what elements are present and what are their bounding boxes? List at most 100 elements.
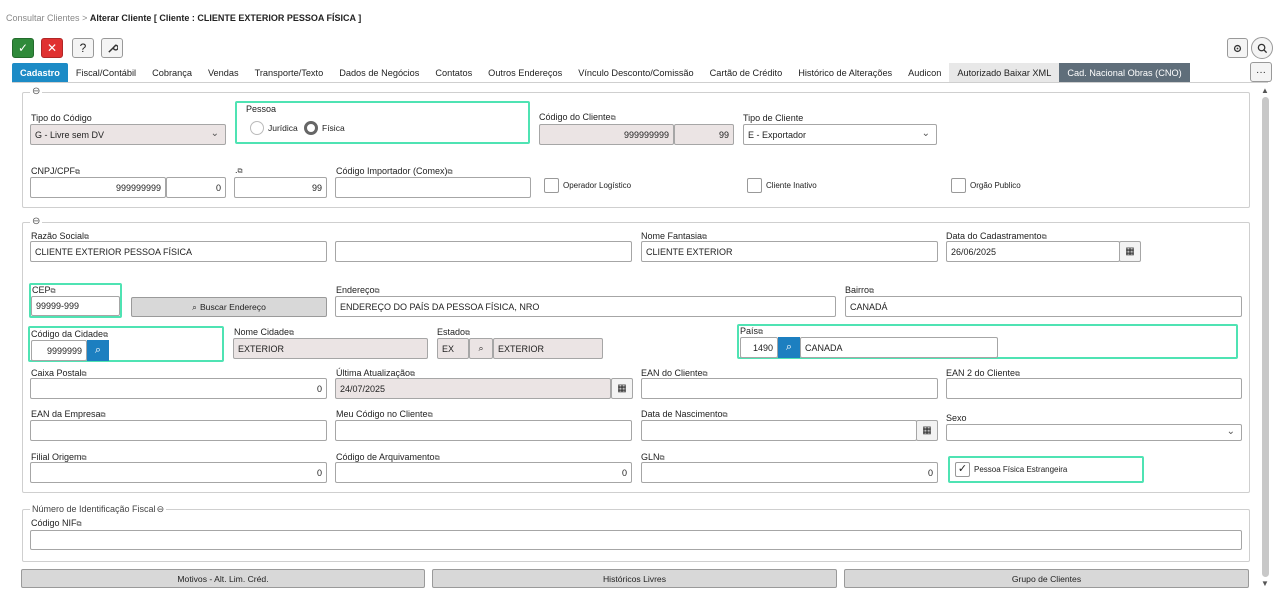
- caixa-postal-field[interactable]: 0: [30, 378, 327, 399]
- historicos-button[interactable]: Históricos Livres: [432, 569, 837, 588]
- cep-field[interactable]: 99999-999: [31, 296, 120, 316]
- data-cadastro-field[interactable]: 26/06/2025: [946, 241, 1120, 262]
- ean-empresa-field[interactable]: [30, 420, 327, 441]
- settings-gear-icon[interactable]: [1227, 38, 1248, 58]
- copy-icon[interactable]: ⧉: [101, 412, 106, 419]
- search-icon[interactable]: ⌕: [469, 338, 493, 359]
- cnpj-dv-field[interactable]: 0: [166, 177, 226, 198]
- endereco-field[interactable]: ENDEREÇO DO PAÍS DA PESSOA FÍSICA, NRO: [335, 296, 836, 317]
- copy-icon[interactable]: ⧉: [289, 330, 294, 337]
- scroll-up-icon[interactable]: ▲: [1260, 86, 1270, 95]
- cod-arquivamento-field[interactable]: 0: [335, 462, 632, 483]
- collapse-icon[interactable]: ⊖: [157, 504, 165, 514]
- copy-icon[interactable]: ⧉: [428, 412, 433, 419]
- copy-icon[interactable]: ⧉: [51, 288, 56, 295]
- help-button[interactable]: ?: [72, 38, 94, 58]
- copy-icon[interactable]: ⧉: [375, 288, 380, 295]
- nif-field[interactable]: [30, 530, 1242, 550]
- ean-cliente-field[interactable]: [641, 378, 938, 399]
- operador-logistico-checkbox[interactable]: [544, 178, 559, 193]
- sexo-select[interactable]: ⌄: [946, 424, 1242, 441]
- ean2-cliente-field[interactable]: [946, 378, 1242, 399]
- radio-fisica[interactable]: [304, 121, 318, 135]
- cancel-button[interactable]: ✕: [41, 38, 63, 58]
- collapse-icon[interactable]: ⊖: [30, 216, 43, 227]
- collapse-icon[interactable]: ⊖: [30, 86, 43, 97]
- tab-cadastro[interactable]: Cadastro: [12, 63, 68, 82]
- buscar-endereco-button[interactable]: ⌕ Buscar Endereço: [131, 297, 327, 317]
- gln-field[interactable]: 0: [641, 462, 938, 483]
- search-icon[interactable]: ⌕: [87, 340, 109, 361]
- more-options-button[interactable]: ···: [1250, 62, 1272, 82]
- tab-cobranca[interactable]: Cobrança: [144, 63, 200, 82]
- copy-icon[interactable]: ⧉: [465, 330, 470, 337]
- tab-outros-enderecos[interactable]: Outros Endereços: [480, 63, 570, 82]
- cnpj-field[interactable]: 999999999: [30, 177, 166, 198]
- codigo-cliente-label: Código do Cliente⧉: [539, 112, 616, 122]
- tab-cartao-credito[interactable]: Cartão de Crédito: [702, 63, 791, 82]
- tab-audicon[interactable]: Audicon: [900, 63, 949, 82]
- orgao-publico-checkbox[interactable]: [951, 178, 966, 193]
- filial-origem-field[interactable]: 0: [30, 462, 327, 483]
- copy-icon[interactable]: ⧉: [703, 371, 708, 378]
- copy-icon[interactable]: ⧉: [448, 169, 453, 176]
- copy-icon[interactable]: ⧉: [238, 168, 243, 175]
- copy-icon[interactable]: ⧉: [77, 521, 82, 528]
- copy-icon[interactable]: ⧉: [84, 234, 89, 241]
- copy-icon[interactable]: ⧉: [103, 332, 108, 339]
- tab-cno[interactable]: Cad. Nacional Obras (CNO): [1059, 63, 1190, 82]
- pais-cod-field[interactable]: 1490: [740, 337, 778, 358]
- copy-icon[interactable]: ⧉: [1015, 371, 1020, 378]
- copy-icon[interactable]: ⧉: [82, 371, 87, 378]
- bairro-field[interactable]: CANADÁ: [845, 296, 1242, 317]
- razao-social-2-field[interactable]: [335, 241, 632, 262]
- pf-estrangeira-checkbox[interactable]: ✓: [955, 462, 970, 477]
- copy-icon[interactable]: ⧉: [435, 455, 440, 462]
- wrench-icon[interactable]: [101, 38, 123, 58]
- nome-fantasia-field[interactable]: CLIENTE EXTERIOR: [641, 241, 938, 262]
- cod-cidade-field[interactable]: 9999999: [31, 340, 87, 361]
- tab-vinculo-desconto[interactable]: Vínculo Desconto/Comissão: [570, 63, 701, 82]
- copy-icon[interactable]: ⧉: [869, 288, 874, 295]
- tipo-codigo-select[interactable]: G - Livre sem DV ⌄: [30, 124, 226, 145]
- radio-juridica[interactable]: [250, 121, 264, 135]
- tab-vendas[interactable]: Vendas: [200, 63, 247, 82]
- calendar-icon[interactable]: ▦: [611, 378, 633, 399]
- confirm-button[interactable]: ✓: [12, 38, 34, 58]
- breadcrumb-separator: >: [82, 13, 88, 23]
- tab-dados-negocios[interactable]: Dados de Negócios: [331, 63, 427, 82]
- tab-autorizado-xml[interactable]: Autorizado Baixar XML: [949, 63, 1060, 82]
- copy-icon[interactable]: ⧉: [611, 115, 616, 122]
- pais-nome-field[interactable]: CANADA: [800, 337, 998, 358]
- copy-icon[interactable]: ⧉: [660, 455, 665, 462]
- scrollbar-thumb[interactable]: [1261, 97, 1269, 577]
- tab-fiscal-contabil[interactable]: Fiscal/Contábil: [68, 63, 144, 82]
- grupo-clientes-button[interactable]: Grupo de Clientes: [844, 569, 1249, 588]
- copy-icon[interactable]: ⧉: [410, 371, 415, 378]
- copy-icon[interactable]: ⧉: [723, 412, 728, 419]
- copy-icon[interactable]: ⧉: [1042, 234, 1047, 241]
- tab-contatos[interactable]: Contatos: [427, 63, 480, 82]
- search-icon[interactable]: [1251, 37, 1273, 59]
- calendar-icon[interactable]: ▦: [916, 420, 938, 441]
- search-icon[interactable]: ⌕: [778, 337, 800, 358]
- copy-icon[interactable]: ⧉: [702, 234, 707, 241]
- breadcrumb-parent[interactable]: Consultar Clientes: [6, 13, 80, 23]
- cod-importador-field[interactable]: [335, 177, 531, 198]
- scroll-down-icon[interactable]: ▼: [1260, 579, 1270, 588]
- tab-transporte-texto[interactable]: Transporte/Texto: [247, 63, 332, 82]
- data-nascimento-field[interactable]: [641, 420, 917, 441]
- copy-icon[interactable]: ⧉: [758, 329, 763, 336]
- copy-icon[interactable]: ⧉: [75, 169, 80, 176]
- razao-social-field[interactable]: CLIENTE EXTERIOR PESSOA FÍSICA: [30, 241, 327, 262]
- motivos-button[interactable]: Motivos - Alt. Lim. Créd.: [21, 569, 425, 588]
- calendar-icon[interactable]: ▦: [1119, 241, 1141, 262]
- scrollbar[interactable]: ▲ ▼: [1260, 86, 1270, 602]
- dot-field[interactable]: 99: [234, 177, 327, 198]
- tipo-cliente-select[interactable]: E - Exportador ⌄: [743, 124, 937, 145]
- tab-historico-alteracoes[interactable]: Histórico de Alterações: [790, 63, 900, 82]
- cliente-inativo-checkbox[interactable]: [747, 178, 762, 193]
- meu-codigo-field[interactable]: [335, 420, 632, 441]
- sexo-label: Sexo: [946, 413, 967, 423]
- copy-icon[interactable]: ⧉: [82, 455, 87, 462]
